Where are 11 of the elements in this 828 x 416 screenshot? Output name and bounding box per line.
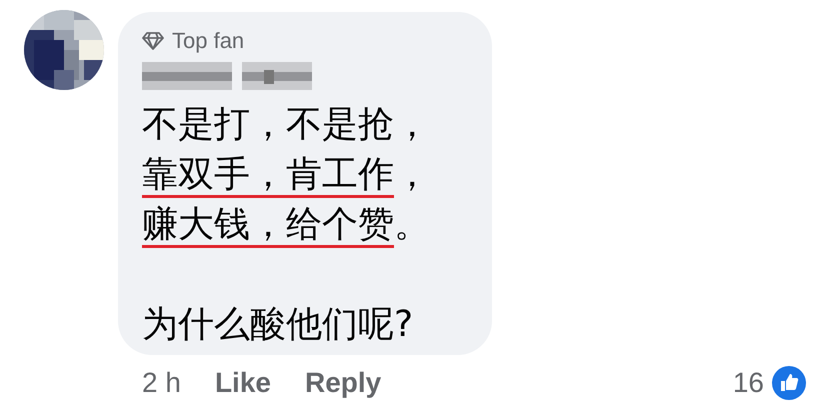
timestamp: 2 h <box>142 367 181 399</box>
like-button[interactable]: Like <box>214 367 271 399</box>
top-fan-label: Top fan <box>172 28 244 54</box>
comment-line: 靠双手，肯工作， <box>142 150 468 200</box>
reply-button[interactable]: Reply <box>304 367 382 399</box>
comment-line: 为什么酸他们呢? <box>142 303 414 347</box>
reaction-count: 16 <box>732 367 764 399</box>
diamond-icon <box>142 31 164 51</box>
like-reaction-icon <box>772 366 806 400</box>
comment-line: 不是打，不是抢， <box>142 103 431 147</box>
comment-line: 赚大钱，给个赞。 <box>142 200 468 250</box>
